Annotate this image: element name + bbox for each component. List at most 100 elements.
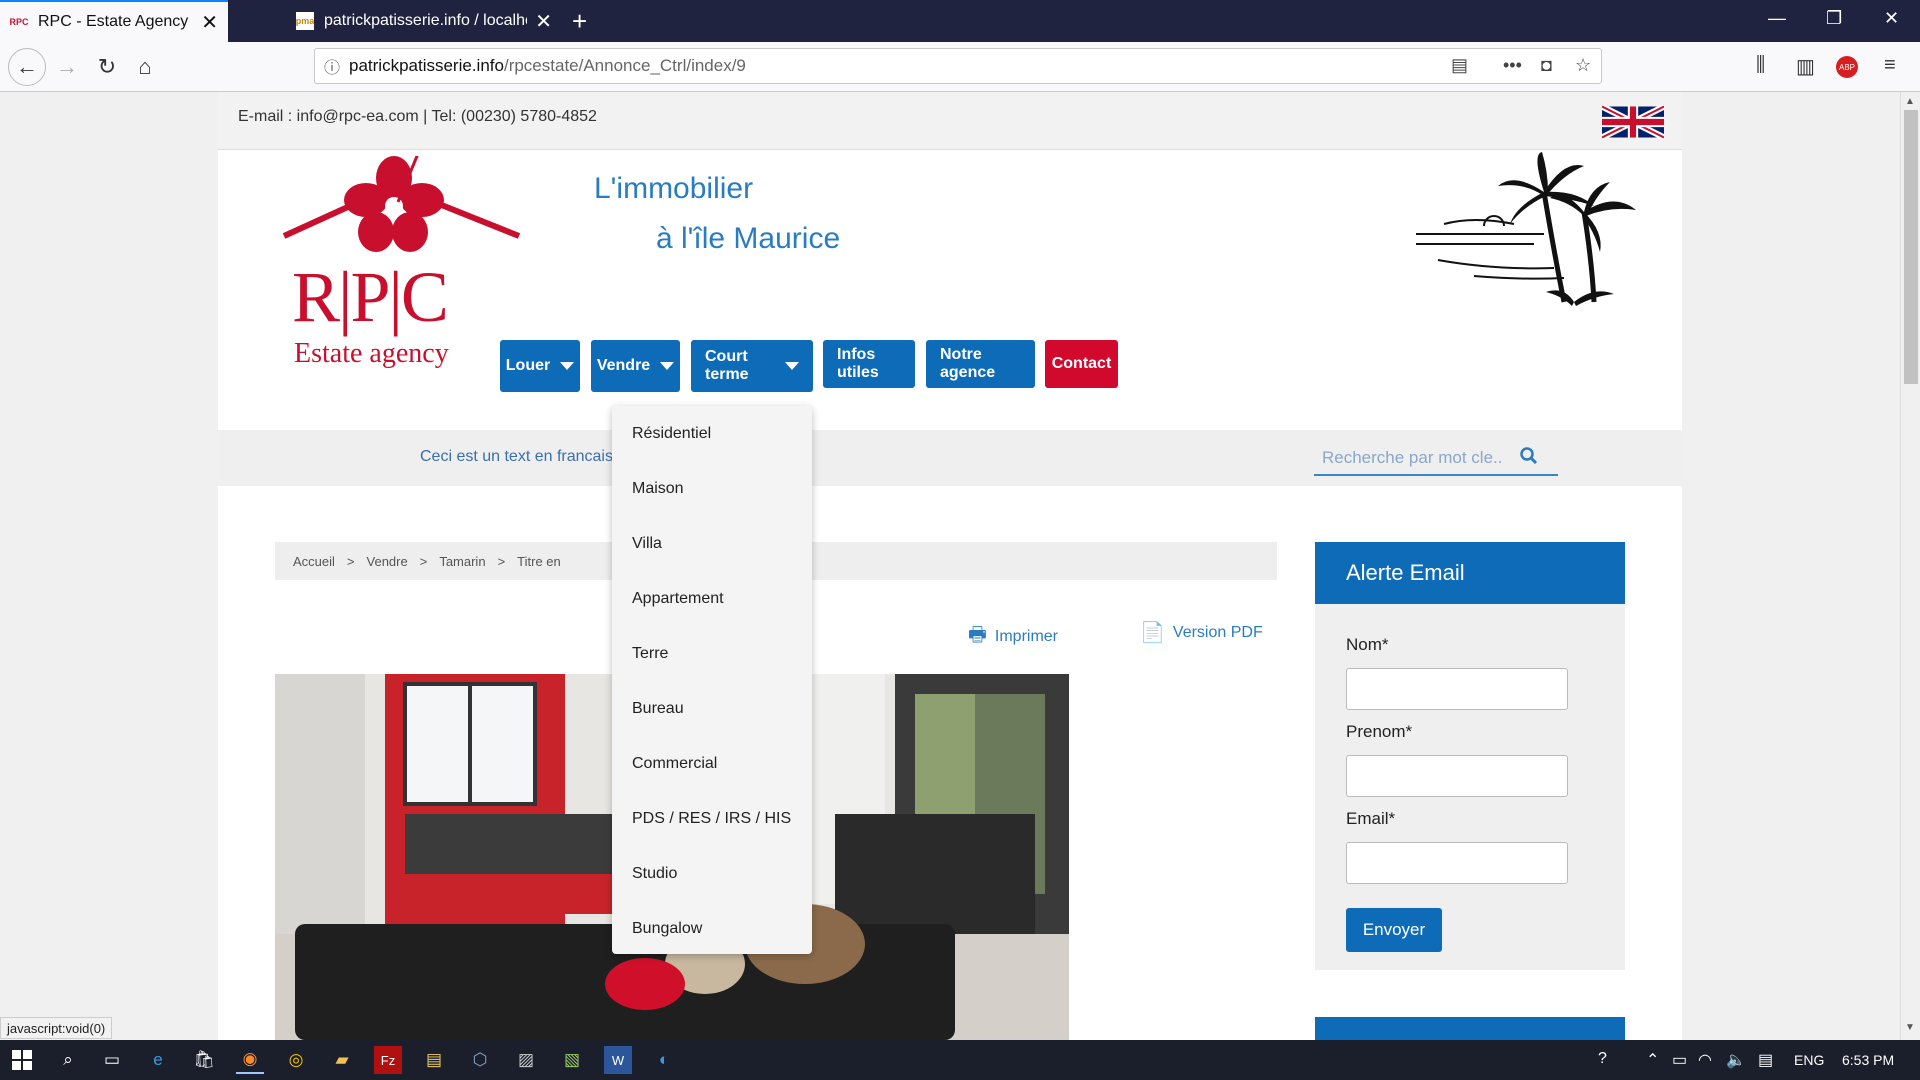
volume-icon[interactable]: 🔈 (1726, 1050, 1746, 1070)
windows-start-icon[interactable] (8, 1046, 36, 1074)
filezilla-icon[interactable]: Fz (374, 1046, 402, 1074)
library-icon[interactable]: ⫼ (1756, 54, 1765, 77)
wifi-icon[interactable]: ◠ (1698, 1050, 1712, 1070)
info-search-strip: Ceci est un text en francais (218, 430, 1682, 486)
firefox-dev-icon[interactable]: ◐ (650, 1046, 678, 1074)
breadcrumb-tamarin[interactable]: Tamarin (439, 554, 485, 569)
notepad-icon[interactable]: ▤ (420, 1046, 448, 1074)
email-field[interactable] (1346, 842, 1568, 884)
reader-view-icon[interactable]: ▤ (1451, 55, 1468, 76)
dropdown-item-terre[interactable]: Terre (612, 626, 812, 681)
menu-contact-button[interactable]: Contact (1045, 340, 1118, 388)
pdf-link[interactable]: 📄 Version PDF (1140, 620, 1263, 645)
search-box (1314, 442, 1558, 476)
scroll-up-arrow-icon[interactable]: ▲ (1905, 96, 1915, 107)
breadcrumb-separator: > (346, 553, 355, 569)
battery-icon[interactable]: ▭ (1672, 1050, 1687, 1070)
search-input[interactable] (1314, 448, 1514, 468)
virtualbox-icon[interactable]: ⬡ (466, 1046, 494, 1074)
menu-court-terme-button[interactable]: Court terme (691, 340, 813, 392)
sidebar-icon[interactable]: ▥ (1796, 54, 1815, 79)
firstname-field[interactable] (1346, 755, 1568, 797)
bookmark-star-icon[interactable]: ☆ (1575, 55, 1591, 76)
firefox-icon[interactable]: ◉ (236, 1046, 264, 1074)
pocket-icon[interactable]: ◘ (1541, 55, 1552, 76)
search-icon[interactable]: ⌕ (54, 1046, 82, 1074)
task-view-icon[interactable]: ▭ (98, 1046, 126, 1074)
dropdown-item-pds-res-irs-his[interactable]: PDS / RES / IRS / HIS (612, 791, 812, 846)
breadcrumb-separator: > (497, 553, 506, 569)
editor-icon[interactable]: ▧ (558, 1046, 586, 1074)
breadcrumb-vendre[interactable]: Vendre (367, 554, 408, 569)
print-link[interactable]: 🖶 Imprimer (968, 620, 1058, 654)
photos-icon[interactable]: ▨ (512, 1046, 540, 1074)
email-label: Email* (1346, 809, 1396, 828)
chrome-icon[interactable]: ◎ (282, 1046, 310, 1074)
page-scrollbar[interactable]: ▲ ▼ (1900, 92, 1920, 1040)
store-icon[interactable]: 🛍 (190, 1046, 218, 1074)
search-icon[interactable] (1520, 446, 1538, 470)
menu-label: Contact (1051, 355, 1112, 372)
caret-down-icon (560, 362, 575, 370)
alert-title: Alerte Email (1315, 542, 1625, 604)
site-info-icon[interactable]: ⓘ (315, 54, 349, 78)
uk-flag-icon[interactable] (1602, 104, 1664, 140)
restore-icon[interactable]: ❐ (1826, 8, 1842, 29)
reload-icon[interactable]: ↻ (90, 50, 124, 84)
system-clock[interactable]: 6:53 PM (1842, 1052, 1894, 1068)
send-button[interactable]: Envoyer (1346, 908, 1442, 952)
show-hidden-icons-chevron-up-icon[interactable]: ⌃ (1646, 1050, 1659, 1070)
name-field[interactable] (1346, 668, 1568, 710)
breadcrumb-separator: > (419, 553, 428, 569)
marquee-text: Ceci est un text en francais (420, 448, 613, 465)
close-tab-icon[interactable]: ✕ (201, 10, 218, 35)
close-tab-icon[interactable]: ✕ (535, 9, 552, 34)
adblock-icon[interactable]: ABP (1836, 56, 1858, 78)
file-explorer-icon[interactable]: ▰ (328, 1046, 356, 1074)
notification-icon[interactable]: ▤ (1758, 1050, 1773, 1070)
home-icon[interactable]: ⌂ (128, 50, 162, 84)
dropdown-item-maison[interactable]: Maison (612, 461, 812, 516)
word-icon[interactable]: W (604, 1046, 632, 1074)
help-icon[interactable]: ? (1598, 1050, 1607, 1068)
dropdown-item-studio[interactable]: Studio (612, 846, 812, 901)
dropdown-item-bungalow[interactable]: Bungalow (612, 901, 812, 956)
email-alert-panel: Alerte Email Nom* Prenom* Email* Envoyer (1315, 542, 1625, 970)
logo-letters: R|P|C (292, 257, 449, 337)
logo-subtitle: Estate agency (294, 338, 449, 369)
edge-icon[interactable]: e (144, 1046, 172, 1074)
dropdown-item-commercial[interactable]: Commercial (612, 736, 812, 791)
dropdown-item-bureau[interactable]: Bureau (612, 681, 812, 736)
page-actions-icon[interactable]: ••• (1503, 55, 1522, 76)
url-path: /rpcestate/Annonce_Ctrl/index/9 (503, 56, 746, 75)
scroll-down-arrow-icon[interactable]: ▼ (1905, 1022, 1915, 1033)
menu-hamburger-icon[interactable]: ≡ (1884, 54, 1896, 77)
palm-tree-illustration-icon (1416, 152, 1636, 306)
menu-louer-button[interactable]: Louer (500, 340, 580, 392)
menu-vendre-button[interactable]: Vendre (591, 340, 680, 392)
menu-label: Infos utiles (837, 346, 879, 381)
dropdown-item-villa[interactable]: Villa (612, 516, 812, 571)
forward-arrow-icon[interactable]: → (50, 50, 84, 84)
scrollbar-thumb[interactable] (1904, 110, 1918, 384)
pdf-label: Version PDF (1172, 623, 1263, 641)
dropdown-item-residentiel[interactable]: Résidentiel (612, 406, 812, 461)
back-arrow-icon[interactable]: ← (8, 48, 46, 86)
language-indicator[interactable]: ENG (1794, 1052, 1824, 1068)
new-tab-icon[interactable]: + (572, 6, 587, 37)
tab-rpc-estate-agency[interactable]: RPC RPC - Estate Agency ✕ (0, 0, 228, 42)
dropdown-item-appartement[interactable]: Appartement (612, 571, 812, 626)
contact-info: E-mail : info@rpc-ea.com | Tel: (00230) … (238, 108, 597, 125)
rpc-logo[interactable]: R|P|C Estate agency (274, 137, 524, 376)
menu-notre-agence-button[interactable]: Notre agence (926, 340, 1035, 388)
window-close-icon[interactable]: ✕ (1884, 8, 1899, 29)
firstname-label: Prenom* (1346, 722, 1413, 741)
rpc-favicon: RPC (9, 17, 29, 27)
url-host: patrickpatisserie.info (349, 56, 504, 75)
tab-patrickpatisserie[interactable]: pma patrickpatisserie.info / localhos ✕ (286, 0, 562, 42)
url-bar[interactable]: ⓘ patrickpatisserie.info /rpcestate/Anno… (314, 48, 1602, 84)
minimize-icon[interactable]: — (1768, 8, 1786, 29)
menu-label: Vendre (596, 357, 651, 374)
menu-infos-utiles-button[interactable]: Infos utiles (823, 340, 915, 388)
breadcrumb-accueil[interactable]: Accueil (293, 554, 335, 569)
